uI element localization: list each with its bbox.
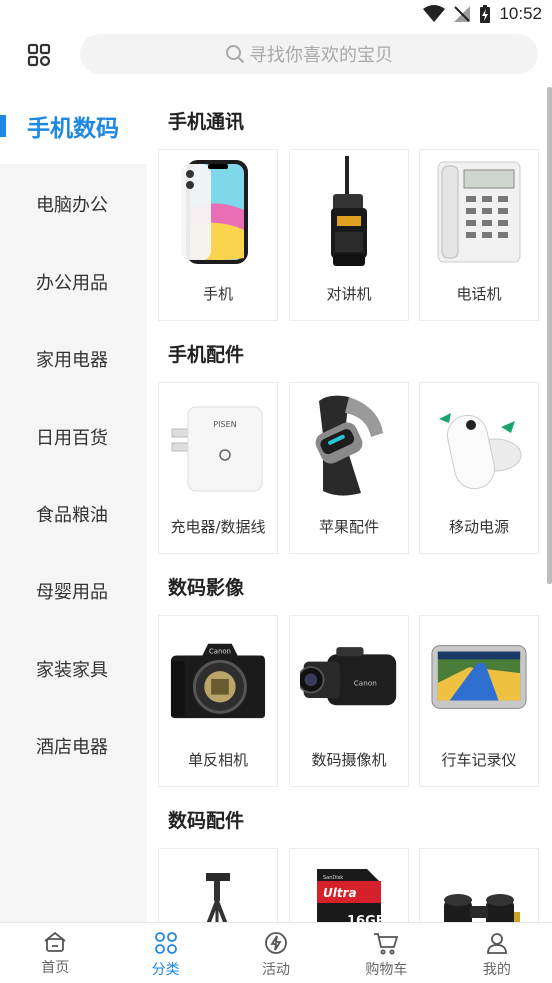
product-card-desk-phone[interactable]: 电话机	[419, 149, 539, 321]
nav-label: 我的	[482, 962, 511, 978]
product-card-camcorder[interactable]: Canon 数码摄像机	[289, 615, 409, 787]
grid-icon	[27, 43, 51, 67]
dashcam-icon	[430, 622, 528, 734]
sidebar-item-label: 手机数码	[27, 115, 119, 142]
sidebar-item-label: 电脑办公	[36, 194, 108, 216]
lightning-icon	[265, 932, 287, 954]
category-sidebar: 手机数码 电脑办公 办公用品 家用电器 日用百货 食品粮油 母婴用品 家装家具 …	[0, 87, 147, 922]
product-card-dashcam[interactable]: 行车记录仪	[419, 615, 539, 787]
nav-profile[interactable]: 我的	[442, 923, 552, 983]
status-time: 10:52	[499, 4, 542, 23]
sidebar-item-label: 办公用品	[36, 272, 108, 294]
home-icon	[44, 931, 66, 952]
section-title: 手机通讯	[168, 111, 245, 133]
product-card-tripod[interactable]	[158, 848, 278, 922]
nav-home[interactable]: 首页	[0, 923, 110, 983]
product-label: 数码摄像机	[311, 751, 387, 769]
product-label: 单反相机	[187, 751, 248, 769]
sd-card-maker: SanDisk	[323, 875, 343, 881]
sidebar-item-furniture[interactable]: 家装家具	[0, 630, 147, 707]
status-bar: 10:52	[0, 0, 552, 30]
sidebar-item-label: 母婴用品	[36, 581, 108, 603]
nav-category[interactable]: 分类	[110, 923, 220, 983]
scrollbar[interactable]	[547, 87, 552, 584]
sidebar-item-phones-digital[interactable]: 手机数码	[0, 87, 147, 164]
sidebar-item-label: 家用电器	[36, 349, 108, 371]
charger-brand: PISEN	[213, 420, 236, 429]
product-label: 充电器/数据线	[170, 518, 266, 536]
nav-cart[interactable]: 购物车	[331, 923, 441, 983]
nav-label: 购物车	[365, 962, 408, 978]
sidebar-item-daily-goods[interactable]: 日用百货	[0, 398, 147, 475]
binoculars-icon	[430, 855, 528, 922]
product-card-phone[interactable]: 手机	[158, 149, 278, 321]
tripod-icon	[169, 855, 267, 922]
header: 寻找你喜欢的宝贝	[0, 30, 552, 86]
sd-card-brand: Ultra	[323, 886, 357, 900]
product-card-sd-card[interactable]: Ultra SanDisk 16GB	[289, 848, 409, 922]
nav-label: 首页	[41, 960, 70, 976]
status-icons: 10:52	[423, 4, 542, 24]
camcorder-brand: Canon	[354, 678, 377, 687]
product-card-apple-accessory[interactable]: 苹果配件	[289, 382, 409, 554]
sidebar-item-baby[interactable]: 母婴用品	[0, 552, 147, 629]
camera-brand: Canon	[209, 648, 231, 656]
product-card-dslr[interactable]: Canon 单反相机	[158, 615, 278, 787]
product-label: 苹果配件	[318, 518, 379, 536]
product-label: 电话机	[456, 285, 502, 303]
category-content[interactable]: 手机通讯 手机 对讲机 电话机 手机配件 PISEN 充电器/数据线 苹果配件 …	[147, 87, 552, 922]
sidebar-item-computer-office[interactable]: 电脑办公	[0, 165, 147, 242]
sidebar-item-label: 食品粮油	[36, 504, 108, 526]
nav-label: 活动	[262, 962, 291, 978]
product-label: 对讲机	[326, 285, 372, 303]
product-card-binoculars[interactable]	[419, 848, 539, 922]
bottom-nav: 首页 分类 活动 购物车 我的	[0, 922, 552, 983]
product-label: 行车记录仪	[441, 751, 517, 769]
category-icon	[154, 932, 177, 954]
battery-charging-icon	[480, 5, 491, 23]
charger-icon: PISEN	[169, 389, 267, 501]
wifi-icon	[423, 5, 446, 22]
product-label: 手机	[202, 285, 233, 303]
sidebar-item-food-oil[interactable]: 食品粮油	[0, 475, 147, 552]
sidebar-item-label: 家装家具	[36, 659, 108, 681]
user-icon	[486, 933, 507, 954]
product-card-walkie-talkie[interactable]: 对讲机	[289, 149, 409, 321]
sidebar-item-hotel-appliances[interactable]: 酒店电器	[0, 707, 147, 784]
sidebar-item-label: 日用百货	[36, 427, 108, 449]
sidebar-item-office-supplies[interactable]: 办公用品	[0, 243, 147, 320]
sd-card-icon: Ultra SanDisk 16GB	[300, 855, 398, 922]
section-title: 数码影像	[168, 577, 245, 599]
section-title: 手机配件	[168, 344, 245, 366]
search-placeholder: 寻找你喜欢的宝贝	[249, 45, 393, 66]
sidebar-item-label: 酒店电器	[36, 736, 108, 758]
product-label: 移动电源	[448, 518, 509, 536]
product-card-charger[interactable]: PISEN 充电器/数据线	[158, 382, 278, 554]
power-bank-icon	[430, 389, 528, 501]
phone-icon	[169, 156, 267, 268]
section-title: 数码配件	[168, 810, 245, 832]
category-grid-button[interactable]	[24, 40, 54, 70]
walkie-talkie-icon	[300, 156, 398, 268]
sd-card-capacity: 16GB	[347, 914, 385, 922]
cart-icon	[374, 933, 399, 955]
search-icon	[226, 45, 245, 64]
nav-label: 分类	[151, 962, 180, 978]
nav-activity[interactable]: 活动	[221, 923, 331, 983]
search-input[interactable]: 寻找你喜欢的宝贝	[80, 34, 538, 74]
dslr-camera-icon: Canon	[169, 622, 267, 734]
desk-phone-icon	[430, 156, 528, 268]
no-signal-icon	[454, 6, 471, 22]
smart-band-icon	[300, 389, 398, 501]
camcorder-icon: Canon	[300, 622, 398, 734]
product-card-power-bank[interactable]: 移动电源	[419, 382, 539, 554]
sidebar-item-home-appliances[interactable]: 家用电器	[0, 320, 147, 397]
